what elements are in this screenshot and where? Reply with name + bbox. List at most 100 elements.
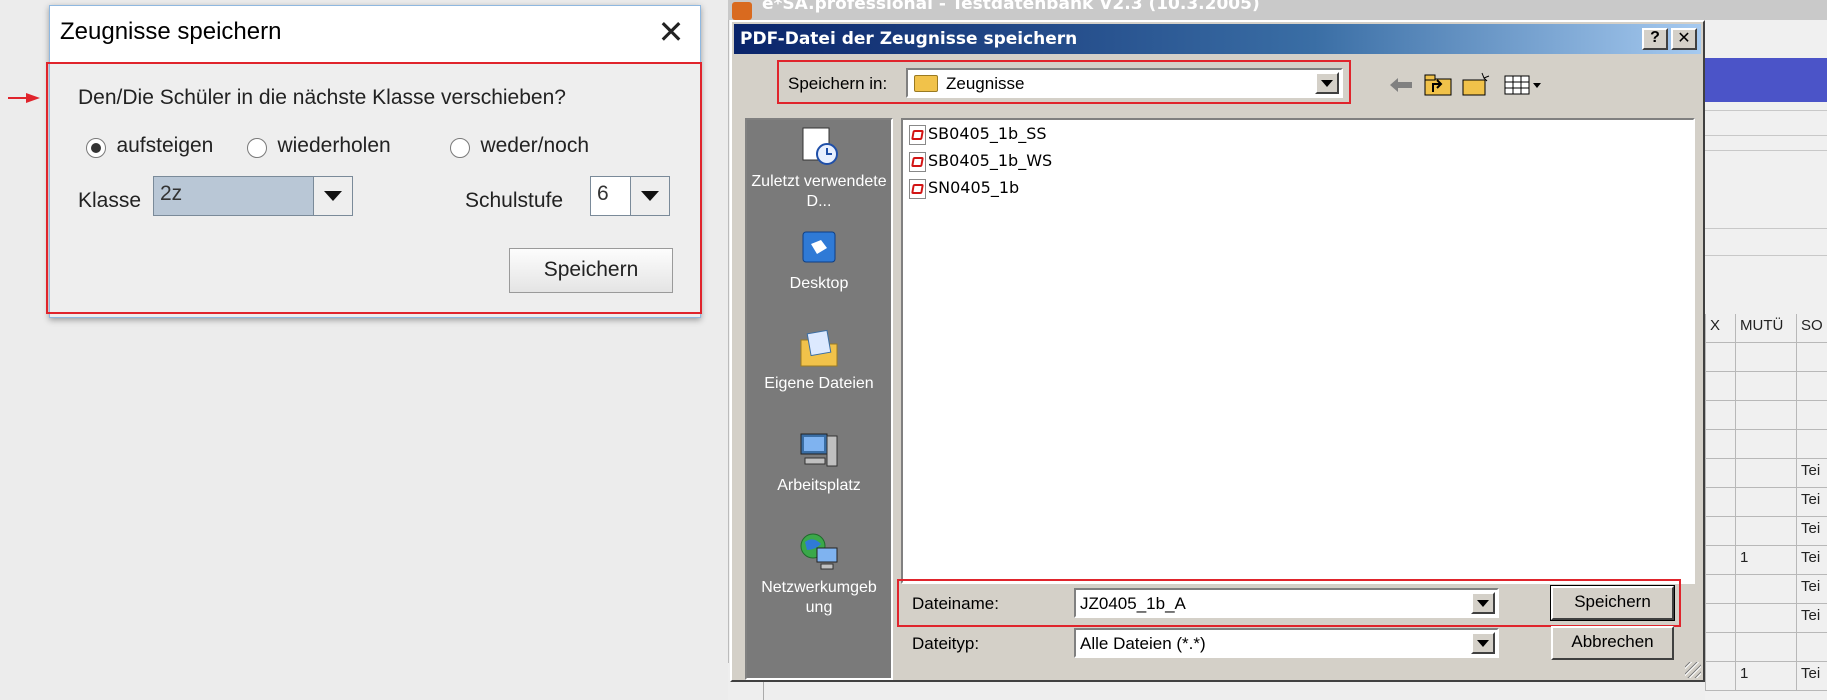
file-item[interactable]: SB0405_1b_WS [909, 151, 1052, 172]
cancel-button[interactable]: Abbrechen [1551, 626, 1674, 660]
radio-wiederholen-icon[interactable] [247, 137, 267, 158]
grid-cell [1705, 459, 1735, 488]
new-folder-icon[interactable] [1462, 72, 1490, 96]
grid-header-mutue: MUTÜ [1740, 317, 1784, 334]
grid-cell [1705, 633, 1735, 662]
file-item[interactable]: SB0405_1b_SS [909, 124, 1047, 145]
file-item[interactable]: SN0405_1b [909, 178, 1019, 199]
grid-cell [1705, 401, 1735, 430]
klasse-select[interactable]: 2z [153, 176, 353, 216]
grid-cell-so: Tei [1801, 665, 1821, 682]
background-app-titlebar: e*SA.professional - Testdatenbank V2.3 (… [728, 0, 1827, 20]
place-desktop-label: Desktop [789, 275, 849, 292]
grid-header-so: SO [1801, 317, 1823, 334]
chevron-down-icon [1477, 600, 1489, 607]
back-arrow-icon[interactable] [1390, 78, 1412, 92]
place-network[interactable]: Netzwerkumgeb ung [747, 532, 891, 618]
my-documents-icon [800, 329, 838, 367]
klasse-value: 2z [160, 182, 183, 205]
grid-cell [1735, 488, 1796, 517]
close-button[interactable]: ✕ [1671, 28, 1697, 50]
place-my-computer-label: Arbeitsplatz [777, 477, 861, 494]
grid-cell [1735, 633, 1796, 662]
place-recent[interactable]: Zuletzt verwendete D... [747, 126, 891, 212]
view-menu-icon[interactable] [1504, 74, 1544, 96]
dialog-title: Zeugnisse speichern [60, 18, 282, 45]
grid-cell [1705, 662, 1735, 691]
grid-cell-so: Tei [1801, 520, 1821, 537]
grid-cell [1796, 372, 1827, 401]
grid-cell-so: Tei [1801, 607, 1821, 624]
grid-cell [1735, 459, 1796, 488]
schulstufe-label: Schulstufe [465, 189, 564, 212]
grid-cell [1796, 633, 1827, 662]
place-recent-label: Zuletzt verwendete D... [751, 173, 887, 210]
radio-weder-noch-label: weder/noch [480, 134, 590, 157]
grid-cell-so: Tei [1801, 462, 1821, 479]
dialog-titlebar: Zeugnisse speichern ✕ [50, 6, 700, 62]
grid-cell [1735, 575, 1796, 604]
radio-wiederholen-label: wiederholen [277, 134, 391, 157]
grid-cell: Tei [1796, 546, 1827, 575]
background-app-banner [1700, 58, 1827, 102]
schulstufe-dropdown-button[interactable] [630, 177, 669, 215]
grid-cell [1705, 575, 1735, 604]
background-grid: X MUTÜ SO Tei Tei Tei 1 Tei Tei Tei 1 Tei [1705, 314, 1827, 700]
radio-wiederholen[interactable]: wiederholen [247, 134, 391, 158]
places-bar: Zuletzt verwendete D... Desktop Eigene D… [745, 118, 893, 680]
file-name: SB0405_1b_WS [928, 151, 1053, 170]
radio-aufsteigen[interactable]: aufsteigen [86, 134, 213, 158]
grid-cell [1705, 488, 1735, 517]
place-desktop[interactable]: Desktop [747, 228, 891, 294]
place-my-documents-label: Eigene Dateien [764, 375, 874, 392]
zeugnisse-speichern-dialog: Zeugnisse speichern ✕ Den/Die Schüler in… [46, 5, 702, 318]
folder-up-icon[interactable] [1424, 74, 1452, 96]
schulstufe-select[interactable]: 6 [590, 176, 670, 216]
filename-input[interactable]: JZ0405_1b_A [1074, 588, 1499, 618]
grid-cell-so: Tei [1801, 549, 1821, 566]
grid-cell [1735, 517, 1796, 546]
grid-cell [1796, 343, 1827, 372]
save-dialog-save-button[interactable]: Speichern [1550, 585, 1675, 621]
chevron-down-icon [1321, 80, 1333, 87]
grid-cell [1705, 517, 1735, 546]
filetype-label: Dateityp: [912, 634, 980, 653]
filename-value: JZ0405_1b_A [1080, 594, 1186, 613]
file-list[interactable]: SB0405_1b_SS SB0405_1b_WS SN0405_1b [901, 118, 1695, 584]
filetype-dropdown-button[interactable] [1471, 632, 1495, 654]
radio-weder-noch[interactable]: weder/noch [450, 134, 589, 158]
place-my-computer[interactable]: Arbeitsplatz [747, 430, 891, 496]
background-app-title: e*SA.professional - Testdatenbank V2.3 (… [762, 0, 1260, 14]
place-network-label: Netzwerkumgeb ung [761, 579, 877, 616]
save-in-select[interactable]: Zeugnisse [906, 68, 1343, 98]
grid-cell [1796, 401, 1827, 430]
grid-cell: Tei [1796, 488, 1827, 517]
arrow-right-icon [8, 93, 40, 103]
file-name: SB0405_1b_SS [928, 124, 1047, 143]
place-my-documents[interactable]: Eigene Dateien [747, 328, 891, 394]
folder-icon [914, 75, 938, 92]
klasse-dropdown-button[interactable] [313, 177, 352, 215]
chevron-down-icon [1477, 640, 1489, 647]
filetype-select[interactable]: Alle Dateien (*.*) [1074, 628, 1499, 658]
network-icon [800, 533, 838, 570]
save-dialog-titlebar: PDF-Datei der Zeugnisse speichern ? ✕ [734, 24, 1701, 54]
save-button[interactable]: Speichern [509, 248, 673, 293]
grid-cell: Tei [1796, 575, 1827, 604]
grid-cell-mutue: 1 [1740, 549, 1749, 566]
filename-dropdown-button[interactable] [1471, 592, 1495, 614]
close-icon[interactable]: ✕ [654, 16, 688, 50]
klasse-label: Klasse [78, 189, 142, 212]
file-name: SN0405_1b [928, 178, 1020, 197]
grid-header-x: X [1710, 317, 1721, 334]
schulstufe-value: 6 [597, 182, 609, 205]
help-button[interactable]: ? [1642, 28, 1668, 50]
save-in-dropdown-button[interactable] [1315, 72, 1339, 94]
grid-cell [1705, 430, 1735, 459]
grid-cell: Tei [1796, 459, 1827, 488]
radio-weder-noch-icon[interactable] [450, 137, 470, 158]
resize-grip-icon[interactable] [1685, 662, 1701, 678]
grid-cell: Tei [1796, 662, 1827, 691]
radio-aufsteigen-selected-icon[interactable] [86, 137, 106, 158]
pdf-save-dialog: PDF-Datei der Zeugnisse speichern ? ✕ Sp… [730, 20, 1705, 682]
